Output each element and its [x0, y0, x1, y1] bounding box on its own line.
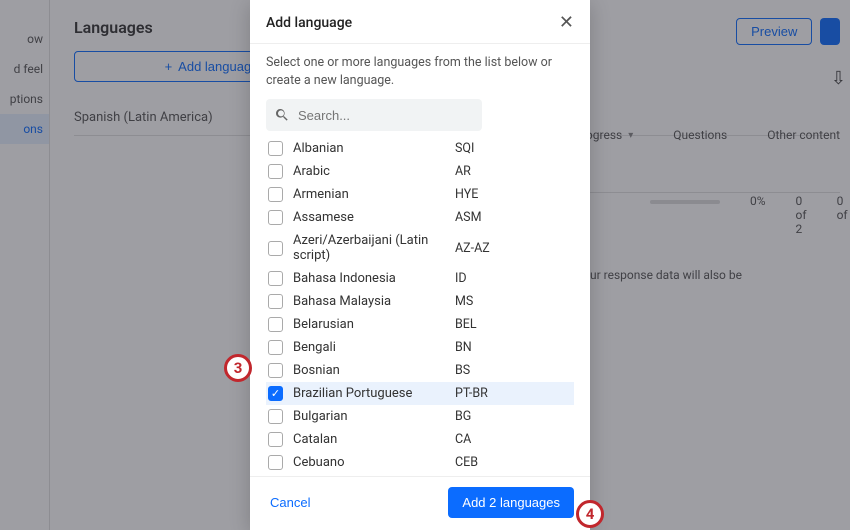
- language-code: MS: [455, 294, 473, 309]
- language-code: AR: [455, 164, 471, 179]
- add-languages-button[interactable]: Add 2 languages: [448, 487, 574, 518]
- cancel-button[interactable]: Cancel: [266, 489, 314, 516]
- language-code: CA: [455, 432, 471, 447]
- modal-description: Select one or more languages from the li…: [266, 54, 574, 89]
- checkbox[interactable]: [268, 317, 283, 332]
- language-row-bn[interactable]: Bengali BN: [266, 336, 574, 359]
- language-name: Bahasa Malaysia: [293, 294, 445, 309]
- search-icon: [274, 107, 290, 123]
- checkbox[interactable]: [268, 187, 283, 202]
- language-code: ID: [455, 271, 467, 286]
- language-code: PT-BR: [455, 386, 488, 401]
- language-row-ar[interactable]: Arabic AR: [266, 160, 574, 183]
- language-name: Bengali: [293, 340, 445, 355]
- language-code: BN: [455, 340, 472, 355]
- checkbox[interactable]: [268, 340, 283, 355]
- language-code: BEL: [455, 317, 477, 332]
- language-row-ceb[interactable]: Cebuano CEB: [266, 451, 574, 474]
- language-name: Brazilian Portuguese: [293, 386, 445, 401]
- checkbox[interactable]: [268, 271, 283, 286]
- language-code: HYE: [455, 187, 478, 202]
- checkbox[interactable]: [268, 141, 283, 156]
- checkbox[interactable]: [268, 386, 283, 401]
- add-language-modal: Add language ✕ Select one or more langua…: [250, 0, 590, 530]
- language-row-az-az[interactable]: Azeri/Azerbaijani (Latin script) AZ-AZ: [266, 229, 574, 267]
- language-row-ms[interactable]: Bahasa Malaysia MS: [266, 290, 574, 313]
- language-code: AZ-AZ: [455, 241, 490, 256]
- language-name: Bahasa Indonesia: [293, 271, 445, 286]
- language-row-bel[interactable]: Belarusian BEL: [266, 313, 574, 336]
- checkbox[interactable]: [268, 409, 283, 424]
- language-name: Cebuano: [293, 455, 445, 470]
- language-row-sqi[interactable]: Albanian SQI: [266, 137, 574, 160]
- language-code: SQI: [455, 141, 474, 156]
- language-row-hye[interactable]: Armenian HYE: [266, 183, 574, 206]
- language-name: Catalan: [293, 432, 445, 447]
- language-name: Bulgarian: [293, 409, 445, 424]
- language-name: Azeri/Azerbaijani (Latin script): [293, 233, 445, 263]
- language-name: Belarusian: [293, 317, 445, 332]
- language-row-bg[interactable]: Bulgarian BG: [266, 405, 574, 428]
- checkbox[interactable]: [268, 294, 283, 309]
- checkbox[interactable]: [268, 363, 283, 378]
- search-field[interactable]: [266, 99, 482, 131]
- language-name: Assamese: [293, 210, 445, 225]
- checkbox[interactable]: [268, 455, 283, 470]
- search-input[interactable]: [298, 108, 474, 123]
- annotation-3: 3: [224, 354, 252, 382]
- annotation-4: 4: [576, 500, 604, 528]
- checkbox[interactable]: [268, 210, 283, 225]
- checkbox[interactable]: [268, 164, 283, 179]
- language-row-pt-br[interactable]: Brazilian Portuguese PT-BR: [266, 382, 574, 405]
- language-code: BG: [455, 409, 471, 424]
- language-row-ca[interactable]: Catalan CA: [266, 428, 574, 451]
- checkbox[interactable]: [268, 241, 283, 256]
- language-name: Albanian: [293, 141, 445, 156]
- language-code: BS: [455, 363, 470, 378]
- modal-title: Add language: [266, 15, 352, 31]
- language-name: Armenian: [293, 187, 445, 202]
- language-code: CEB: [455, 455, 478, 470]
- language-name: Arabic: [293, 164, 445, 179]
- language-name: Bosnian: [293, 363, 445, 378]
- language-code: ASM: [455, 210, 482, 225]
- close-icon[interactable]: ✕: [559, 12, 574, 33]
- language-row-bs[interactable]: Bosnian BS: [266, 359, 574, 382]
- checkbox[interactable]: [268, 432, 283, 447]
- language-row-asm[interactable]: Assamese ASM: [266, 206, 574, 229]
- language-row-id[interactable]: Bahasa Indonesia ID: [266, 267, 574, 290]
- language-list[interactable]: Albanian SQI Arabic AR Armenian HYE Assamese AS…: [266, 137, 574, 476]
